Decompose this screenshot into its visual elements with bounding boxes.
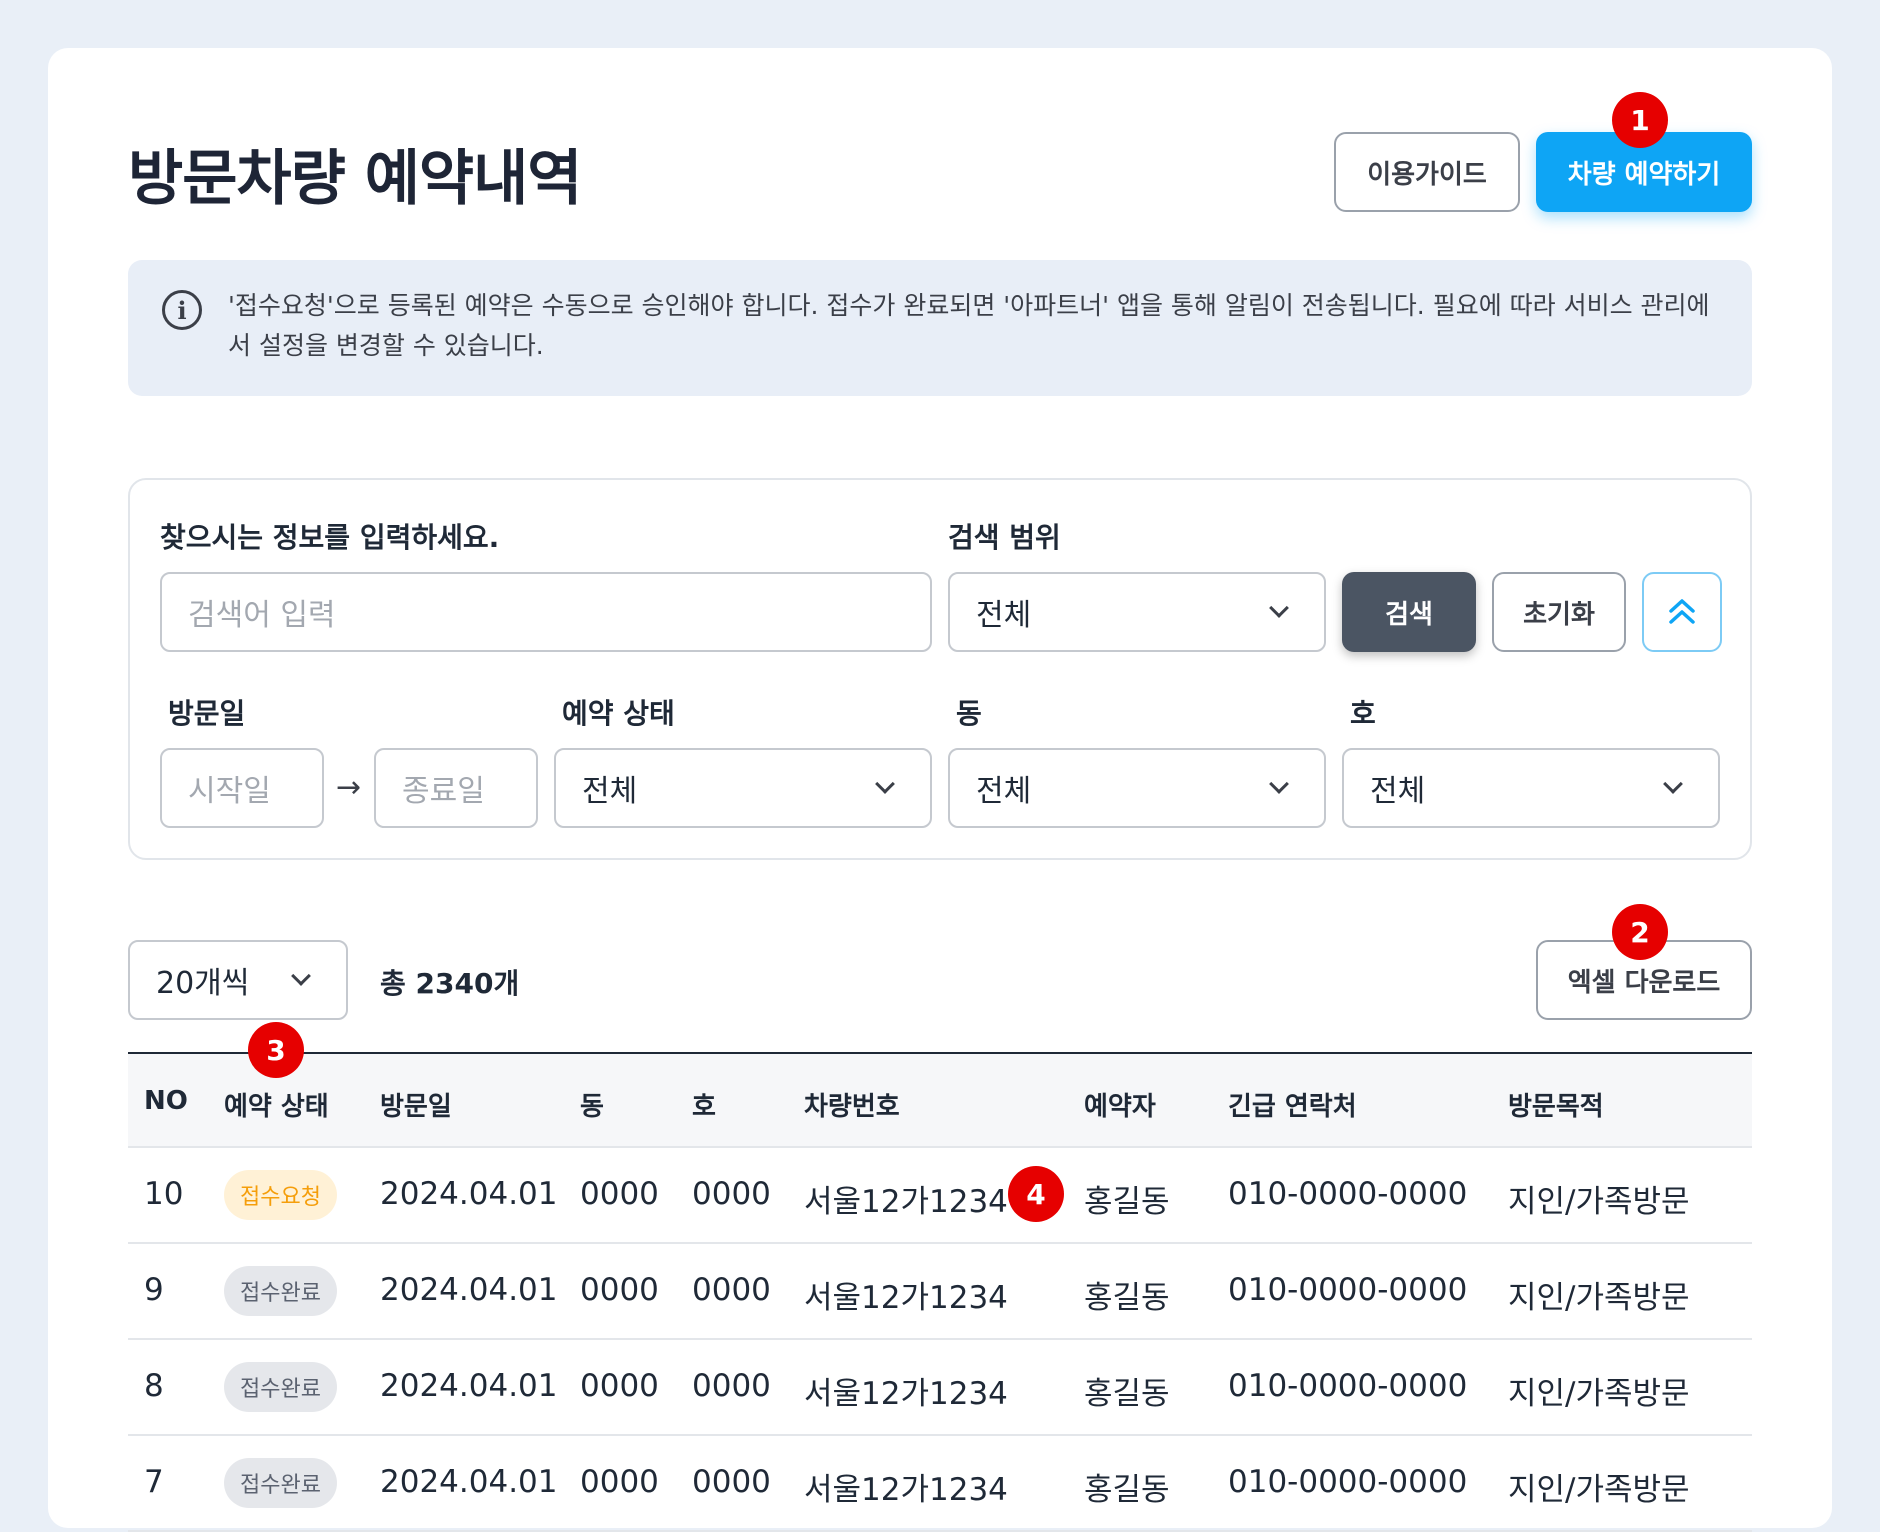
cell-dong: 0000	[580, 1368, 659, 1404]
cell-dong: 0000	[580, 1272, 659, 1308]
cell-car: 서울12가1234	[804, 1376, 1008, 1412]
collapse-button[interactable]	[1642, 572, 1722, 652]
cell-date: 2024.04.01	[380, 1272, 558, 1308]
status-badge: 접수완료	[224, 1458, 337, 1508]
cell-no: 8	[144, 1368, 164, 1404]
table-row[interactable]: 9 접수완료 2024.04.01 0000 0000 서울12가1234 홍길…	[128, 1244, 1752, 1340]
chevron-double-up-icon	[1669, 599, 1695, 624]
scope-label: 검색 범위	[948, 521, 1061, 554]
page-title: 방문차량 예약내역	[128, 144, 582, 214]
arrow-right-icon: →	[336, 770, 362, 805]
info-icon: i	[162, 290, 202, 330]
dong-select-value: 전체	[976, 774, 1032, 809]
ho-select-value: 전체	[1370, 774, 1426, 809]
keyword-label: 찾으시는 정보를 입력하세요.	[160, 521, 500, 554]
chevron-down-icon	[1269, 774, 1289, 794]
marker-4: 4	[1008, 1166, 1064, 1222]
table-header: NO 예약 상태 방문일 동 호 차량번호 예약자 긴급 연락처 방문목적	[128, 1052, 1752, 1148]
cell-dong: 0000	[580, 1464, 659, 1500]
search-input-placeholder: 검색어 입력	[188, 598, 336, 633]
scope-select[interactable]: 전체	[948, 572, 1326, 652]
cell-phone: 010-0000-0000	[1228, 1464, 1468, 1500]
header-status: 예약 상태	[224, 1092, 329, 1122]
end-date-input[interactable]: 종료일	[374, 748, 538, 828]
chevron-down-icon	[875, 774, 895, 794]
search-input[interactable]: 검색어 입력	[160, 572, 932, 652]
cell-purpose: 지인/가족방문	[1508, 1376, 1690, 1412]
per-page-select[interactable]: 20개씩	[128, 940, 348, 1020]
cell-phone: 010-0000-0000	[1228, 1368, 1468, 1404]
cell-no: 7	[144, 1464, 164, 1500]
chevron-down-icon	[291, 966, 311, 986]
cell-no: 9	[144, 1272, 164, 1308]
cell-date: 2024.04.01	[380, 1368, 558, 1404]
visit-date-label: 방문일	[168, 697, 246, 730]
marker-1: 1	[1612, 92, 1668, 148]
cell-purpose: 지인/가족방문	[1508, 1184, 1690, 1220]
header-ho: 호	[692, 1092, 716, 1122]
header-purpose: 방문목적	[1508, 1092, 1604, 1122]
status-badge: 접수완료	[224, 1362, 337, 1412]
search-button[interactable]: 검색	[1342, 572, 1476, 652]
dong-label: 동	[956, 697, 982, 730]
cell-car: 서울12가1234	[804, 1472, 1008, 1508]
ho-label: 호	[1350, 697, 1376, 730]
cell-ho: 0000	[692, 1368, 771, 1404]
cell-date: 2024.04.01	[380, 1176, 558, 1212]
table-row[interactable]: 8 접수완료 2024.04.01 0000 0000 서울12가1234 홍길…	[128, 1340, 1752, 1436]
marker-3: 3	[248, 1022, 304, 1078]
cell-phone: 010-0000-0000	[1228, 1272, 1468, 1308]
header-car: 차량번호	[804, 1092, 900, 1122]
cell-ho: 0000	[692, 1176, 771, 1212]
chevron-down-icon	[1663, 774, 1683, 794]
notice-banner: i '접수요청'으로 등록된 예약은 수동으로 승인해야 합니다. 접수가 완료…	[128, 260, 1752, 396]
cell-car: 서울12가1234	[804, 1280, 1008, 1316]
status-select-value: 전체	[582, 774, 638, 809]
header-dong: 동	[580, 1092, 604, 1122]
cell-phone: 010-0000-0000	[1228, 1176, 1468, 1212]
cell-purpose: 지인/가족방문	[1508, 1472, 1690, 1508]
cell-name: 홍길동	[1084, 1376, 1170, 1412]
header-date: 방문일	[380, 1092, 452, 1122]
cell-date: 2024.04.01	[380, 1464, 558, 1500]
start-date-placeholder: 시작일	[188, 774, 271, 809]
status-badge: 접수요청	[224, 1170, 337, 1220]
chevron-down-icon	[1269, 598, 1289, 618]
cell-purpose: 지인/가족방문	[1508, 1280, 1690, 1316]
status-badge: 접수완료	[224, 1266, 337, 1316]
cell-name: 홍길동	[1084, 1184, 1170, 1220]
guide-button[interactable]: 이용가이드	[1334, 132, 1520, 212]
cell-ho: 0000	[692, 1272, 771, 1308]
marker-2: 2	[1612, 904, 1668, 960]
cell-car: 서울12가1234	[804, 1184, 1008, 1220]
cell-name: 홍길동	[1084, 1472, 1170, 1508]
total-count: 총 2340개	[380, 967, 520, 1000]
end-date-placeholder: 종료일	[402, 774, 485, 809]
ho-select[interactable]: 전체	[1342, 748, 1720, 828]
cell-name: 홍길동	[1084, 1280, 1170, 1316]
scope-select-value: 전체	[976, 598, 1032, 633]
status-select[interactable]: 전체	[554, 748, 932, 828]
notice-text: '접수요청'으로 등록된 예약은 수동으로 승인해야 합니다. 접수가 완료되면…	[228, 291, 1710, 360]
per-page-value: 20개씩	[156, 966, 250, 1001]
reservation-table: NO 예약 상태 방문일 동 호 차량번호 예약자 긴급 연락처 방문목적 10…	[128, 1052, 1752, 1532]
cell-dong: 0000	[580, 1176, 659, 1212]
table-row[interactable]: 10 접수요청 2024.04.01 0000 0000 서울12가1234 홍…	[128, 1148, 1752, 1244]
status-label: 예약 상태	[562, 697, 675, 730]
dong-select[interactable]: 전체	[948, 748, 1326, 828]
header-name: 예약자	[1084, 1092, 1156, 1122]
reset-button[interactable]: 초기화	[1492, 572, 1626, 652]
start-date-input[interactable]: 시작일	[160, 748, 324, 828]
header-no: NO	[144, 1086, 188, 1116]
table-row[interactable]: 7 접수완료 2024.04.01 0000 0000 서울12가1234 홍길…	[128, 1436, 1752, 1532]
header-phone: 긴급 연락처	[1228, 1092, 1357, 1122]
cell-ho: 0000	[692, 1464, 771, 1500]
cell-no: 10	[144, 1176, 184, 1212]
